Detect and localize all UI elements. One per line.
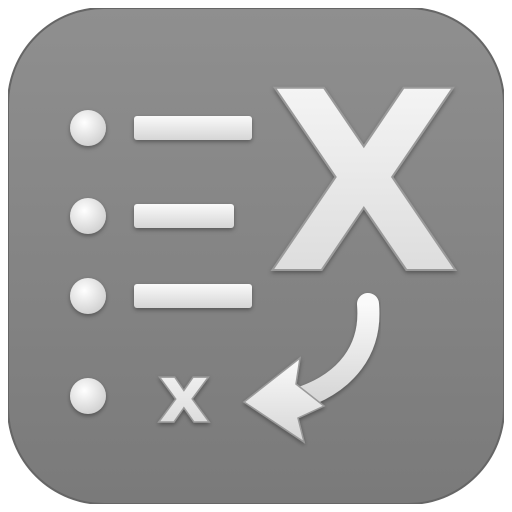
large-x-glyph: X <box>268 38 461 329</box>
list-line-2 <box>134 204 234 228</box>
list-line-3 <box>134 284 252 308</box>
bullet-2-icon <box>70 198 106 234</box>
small-x-glyph: x <box>158 347 211 442</box>
bullet-4-icon <box>70 378 106 414</box>
app-icon-stage: x X <box>0 0 512 512</box>
bullet-1-icon <box>70 110 106 146</box>
list-to-x-app-icon: x X <box>8 8 504 504</box>
bullet-3-icon <box>70 278 106 314</box>
list-line-1 <box>134 116 252 140</box>
